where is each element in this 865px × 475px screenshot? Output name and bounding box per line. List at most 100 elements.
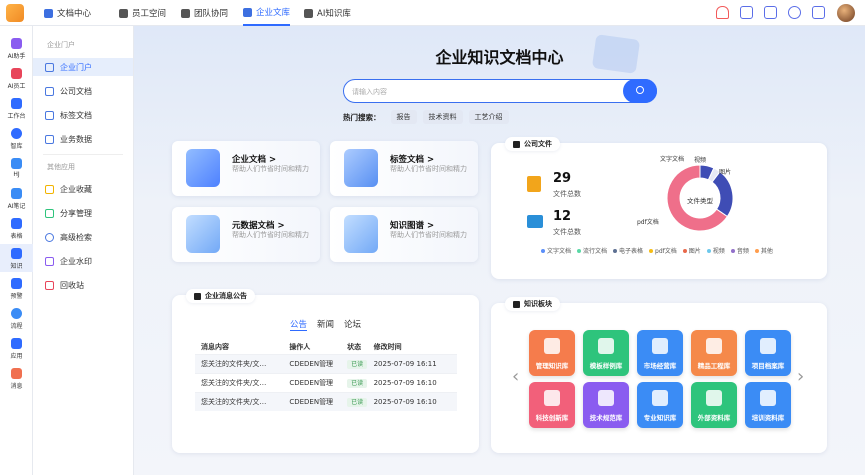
quick-card-metadata-docs[interactable]: 元数据文档 > 帮助人们节省时间和精力 (172, 207, 320, 262)
quick-card-desc: 帮助人们节省时间和精力 (232, 165, 309, 173)
donut-slice[interactable] (711, 171, 734, 218)
knowledge-tile-label: 专业知识库 (643, 414, 677, 422)
rail-warning[interactable]: 预警 (0, 278, 33, 300)
knowledge-tile[interactable]: 管理知识库 (529, 330, 575, 376)
rail-table[interactable]: 表格 (0, 218, 33, 240)
hot-tag[interactable]: 工艺介绍 (468, 110, 509, 124)
library-icon (706, 390, 722, 406)
rail-ai-notes[interactable]: AI笔记 (0, 188, 33, 210)
nav-enterprise-library[interactable]: 企业文库 (243, 0, 291, 26)
portal-icon (45, 62, 54, 72)
watermark-icon (45, 256, 54, 266)
nav-employee-space[interactable]: 员工空间 (119, 0, 166, 26)
sidebar-item-tag-docs[interactable]: 标签文档 (33, 106, 133, 124)
sidebar-item-advanced-search[interactable]: 高级检索 (33, 228, 133, 246)
knowledge-icon (11, 248, 22, 259)
knowledge-tile[interactable]: 外部资料库 (691, 382, 737, 428)
home-icon (11, 98, 22, 109)
rail-knowledge[interactable]: 知识 (0, 244, 33, 272)
knowledge-graph-icon (344, 215, 378, 253)
app-logo[interactable] (6, 4, 24, 22)
ai-icon (304, 8, 313, 18)
globe-icon[interactable] (788, 6, 801, 19)
message-cell: 您关注的文件夹/文… (195, 391, 290, 411)
knowledge-tile[interactable]: 项目档案库 (745, 330, 791, 376)
rail-process[interactable]: 流程 (0, 308, 33, 330)
sidebar-item-watermark[interactable]: 企业水印 (33, 252, 133, 270)
tab-news[interactable]: 新闻 (317, 318, 334, 331)
search-button[interactable] (623, 78, 657, 103)
grid-icon[interactable] (764, 6, 777, 19)
donut-center-label: 文件类型 (687, 196, 714, 205)
operator-cell: CDEDEN管理 (289, 372, 348, 392)
legend-item: 音频 (730, 246, 749, 255)
knowledge-tile[interactable]: 精品工程库 (691, 330, 737, 376)
knowledge-tile-label: 管理知识库 (535, 362, 569, 370)
metadata-icon (186, 215, 220, 253)
database-icon (45, 134, 54, 144)
table-row[interactable]: 您关注的文件夹/文… CDEDEN管理 已读 2025-07-09 16:10 (195, 391, 457, 411)
quick-card-desc: 帮助人们节省时间和精力 (390, 165, 467, 173)
knowledge-tile-label: 精品工程库 (697, 362, 731, 370)
rail-messages[interactable]: 消息 (0, 368, 33, 390)
sidebar-item-company-docs[interactable]: 公司文档 (33, 82, 133, 100)
quick-card-desc: 帮助人们节省时间和精力 (232, 231, 309, 239)
library-icon (598, 390, 614, 406)
tab-announcement[interactable]: 公告 (290, 318, 308, 331)
knowledge-tile[interactable]: 技术规范库 (583, 382, 629, 428)
rail-hj[interactable]: HJ (0, 158, 33, 178)
nav-ai-knowledge[interactable]: AI知识库 (304, 0, 351, 26)
carousel-next-button[interactable]: › (797, 366, 804, 387)
knowledge-tile[interactable]: 培训资料库 (745, 382, 791, 428)
library-icon (598, 338, 614, 354)
knowledge-tile[interactable]: 科技创新库 (529, 382, 575, 428)
knowledge-tile-label: 技术规范库 (589, 414, 623, 422)
sidebar-group-portal: 企业门户 (47, 41, 75, 49)
table-row[interactable]: 您关注的文件夹/文… CDEDEN管理 已读 2025-07-09 16:10 (195, 372, 457, 392)
rail-ai-employee[interactable]: AI员工 (0, 68, 33, 90)
knowledge-tile[interactable]: 市场经营库 (637, 330, 683, 376)
knowledge-tile[interactable]: 专业知识库 (637, 382, 683, 428)
hot-search-label: 热门搜索： (343, 112, 381, 122)
sidebar-item-share[interactable]: 分享管理 (33, 204, 133, 222)
folder-icon (186, 149, 220, 187)
rail-think-tank[interactable]: 智库 (0, 128, 33, 150)
sidebar-item-business-data[interactable]: 业务数据 (33, 130, 133, 148)
search-input[interactable]: 请输入内容 (352, 87, 387, 97)
hot-tag[interactable]: 技术资料 (422, 110, 463, 124)
slice-label: pdf文档 (637, 218, 659, 226)
search-icon (45, 232, 54, 242)
hot-tag[interactable]: 报告 (390, 110, 417, 124)
monitor-icon (119, 8, 128, 18)
knowledge-tile[interactable]: 模板样例库 (583, 330, 629, 376)
tab-forum[interactable]: 论坛 (344, 318, 361, 331)
library-icon (544, 338, 560, 354)
sidebar-item-favorites[interactable]: 企业收藏 (33, 180, 133, 198)
search-box[interactable]: 请输入内容 (343, 78, 657, 103)
sidebar-item-portal[interactable]: 企业门户 (33, 58, 133, 76)
quick-card-knowledge-graph[interactable]: 知识图谱 > 帮助人们节省时间和精力 (330, 207, 478, 262)
mail-icon[interactable] (812, 6, 825, 19)
legend-item: 视频 (706, 246, 725, 255)
carousel-prev-button[interactable]: ‹ (512, 366, 519, 387)
quick-card-enterprise-docs[interactable]: 企业文档 > 帮助人们节省时间和精力 (172, 141, 320, 196)
briefcase-icon[interactable] (740, 6, 753, 19)
column-header: 操作人 (289, 342, 311, 351)
rail-apps[interactable]: 应用 (0, 338, 33, 360)
bell-icon[interactable] (716, 6, 729, 19)
operator-cell: CDEDEN管理 (289, 391, 348, 411)
column-header: 状态 (347, 342, 362, 351)
sidebar-item-recycle-bin[interactable]: 回收站 (33, 276, 133, 294)
library-icon (760, 338, 776, 354)
nav-team-collab[interactable]: 团队协同 (181, 0, 228, 26)
file-type-chart: 文件类型 文字文档 视频 图片 pdf文档 (637, 155, 734, 232)
knowledge-tile-label: 模板样例库 (589, 362, 623, 370)
rail-workbench[interactable]: 工作台 (0, 98, 33, 120)
notice-tabs: 公告 新闻 论坛 (290, 318, 361, 331)
app-title[interactable]: 文档中心 (44, 0, 91, 26)
quick-card-tag-docs[interactable]: 标签文档 > 帮助人们节省时间和精力 (330, 141, 478, 196)
rail-ai-assistant[interactable]: AI助手 (0, 38, 33, 60)
page-title: 企业知识文档中心 (435, 48, 564, 67)
table-row[interactable]: 您关注的文件夹/文… CDEDEN管理 已读 2025-07-09 16:11 (195, 353, 457, 373)
avatar[interactable] (837, 4, 855, 22)
